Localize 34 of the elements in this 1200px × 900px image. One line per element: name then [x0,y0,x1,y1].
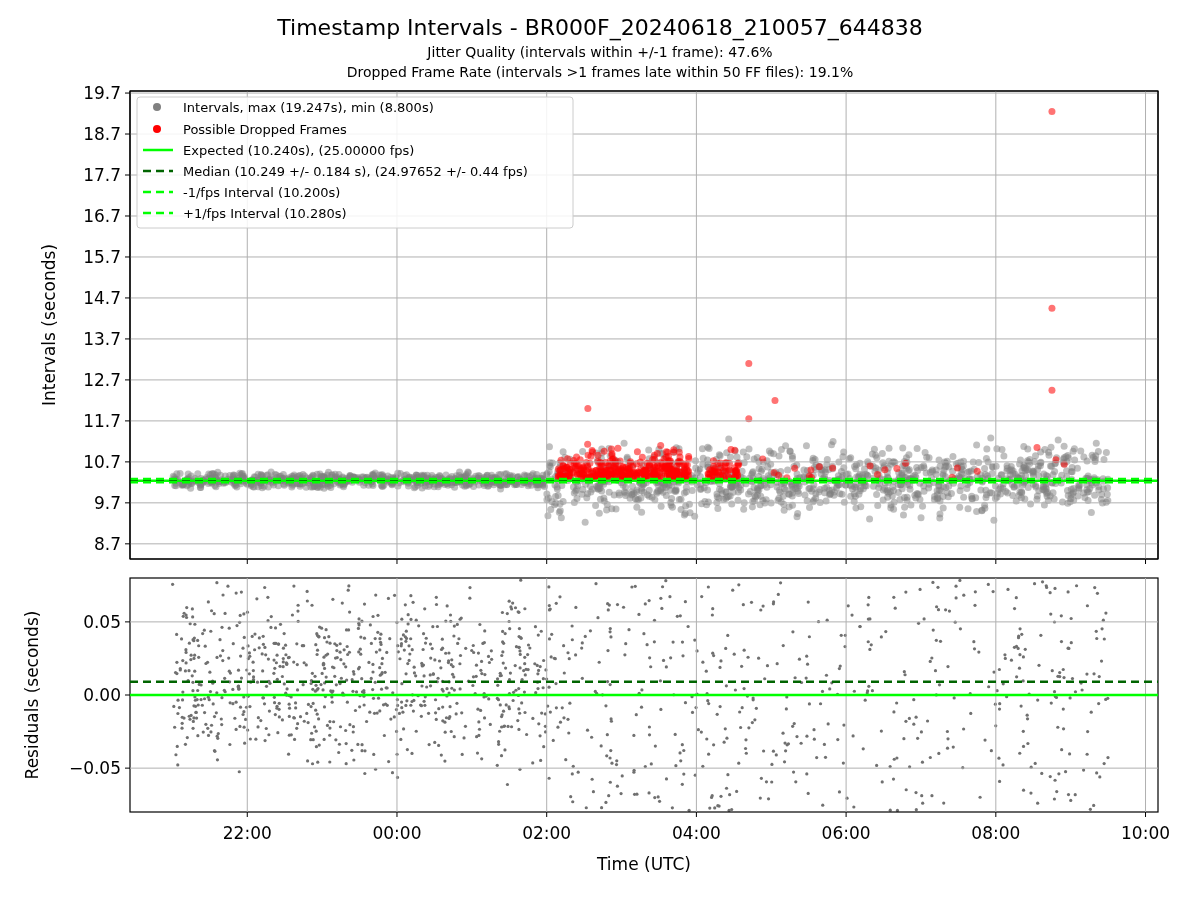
legend-label: Expected (10.240s), (25.00000 fps) [183,143,415,158]
y-tick-label: 10.7 [83,451,121,472]
legend-label: -1/fps Interval (10.200s) [183,185,341,200]
y-tick-label: 9.7 [93,492,121,513]
y-axis-label: Intervals (seconds) [39,243,59,407]
y-tick-label: 15.7 [83,246,121,267]
y-tick-label: 12.7 [83,369,121,390]
chart-subtitle: Dropped Frame Rate (intervals >1 frames late within 50 FF files): 19.1% [346,63,854,82]
y-tick-label: 17.7 [83,165,121,185]
legend-label: Intervals, max (19.247s), min (8.800s) [183,100,434,115]
x-axis-label: Time (UTC) [597,854,691,874]
y-axis-label: Residuals (seconds) [22,610,42,780]
y-tick-label: 8.7 [93,533,121,554]
x-tick-label: 22:00 [222,823,272,843]
y-tick-label: 18.7 [83,124,121,145]
x-tick-label: 10:00 [1121,823,1170,843]
x-tick-label: 00:00 [372,823,422,843]
y-tick-label: 16.7 [83,206,121,226]
y-tick-label: 19.7 [83,83,121,104]
y-tick-label: 14.7 [83,287,121,308]
y-tick-label: 13.7 [83,328,121,349]
x-tick-label: 06:00 [821,823,871,843]
chart-subtitle: Jitter Quality (intervals within +/-1 frame): 47.6% [427,43,773,62]
x-tick-label: 08:00 [971,823,1021,843]
x-tick-label: 04:00 [671,823,721,843]
y-tick-label: 11.7 [83,410,121,431]
legend-label: +1/fps Interval (10.280s) [183,206,347,221]
y-tick-label: −0.05 [68,758,121,779]
x-tick-label: 02:00 [522,823,572,843]
y-tick-label: 0.00 [83,685,121,705]
legend-label: Median (10.249 +/- 0.184 s), (24.97652 +/- 0.44 fps) [183,164,528,179]
chart-title: Timestamp Intervals - BR000F_20240618_210057_644838 [277,14,923,42]
y-tick-label: 0.05 [83,611,121,632]
legend-label: Possible Dropped Frames [183,122,347,137]
